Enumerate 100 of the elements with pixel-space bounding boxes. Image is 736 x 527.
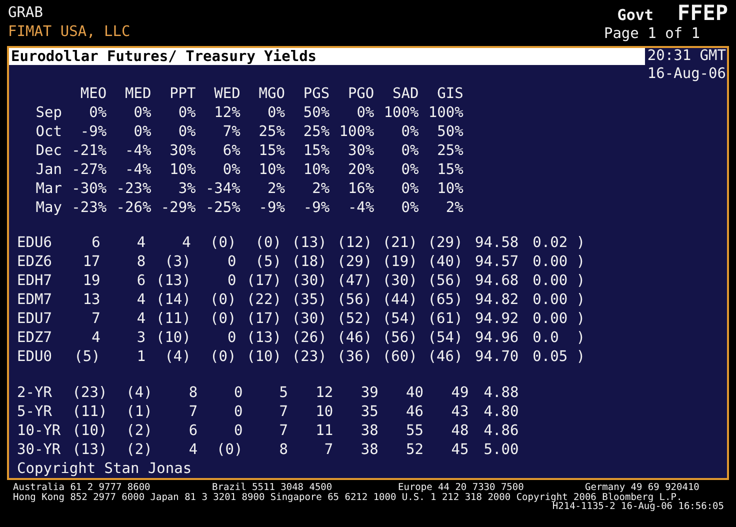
office-phone: Europe 44 20 7330 7500 (398, 483, 524, 492)
table-cell-text: (30) (381, 273, 418, 289)
table-cell-text: 4.86 (482, 422, 519, 438)
table-cell-text: 94.57 (474, 254, 519, 270)
table-cell-text: -29% (160, 200, 196, 216)
table-cell-text: 13 (82, 292, 100, 308)
date-label: 16-Aug-06 (647, 65, 726, 84)
table-cell-text: (13) (246, 330, 282, 346)
table-cell-text: (35) (290, 292, 327, 308)
table-cell-text: 19 (82, 273, 100, 289)
table-cell-text: 94.68 (474, 273, 519, 289)
table-cell-text: 11 (314, 422, 334, 438)
table-cell-text: 0.00 ) (532, 254, 586, 270)
table-cell-text: (36) (336, 349, 372, 365)
table-cell-text: (0) (216, 442, 243, 458)
office-phone: Australia 61 2 9777 8600 (13, 483, 152, 492)
table-cell-text: (17) (246, 273, 282, 289)
table-cell-text: (22) (246, 292, 282, 308)
table-cell-text: 50% (302, 104, 330, 120)
table-cell-text: 0 (233, 404, 243, 420)
table-cell-text: 0 (233, 384, 243, 400)
table-cell-text: 10% (436, 180, 464, 196)
table-cell-text: 45 (450, 442, 469, 458)
contract-label: EDM7 (17, 292, 53, 308)
table-cell-text: -30% (70, 180, 107, 196)
table-cell-text: 38 (360, 442, 378, 458)
table-cell-text: 12% (213, 104, 240, 120)
table-cell-text: 0% (132, 104, 152, 120)
table-cell-text: -27% (70, 162, 107, 178)
table-cell-text: 0% (177, 124, 196, 140)
firm-name: FIMAT USA, LLC (8, 23, 130, 42)
table-cell-text: 5 (278, 384, 288, 400)
table-cell-text: 0 (226, 254, 236, 270)
table-cell-text: (14) (154, 292, 191, 308)
table-cell-text: 30% (346, 142, 374, 158)
table-cell-text: (5) (73, 349, 100, 365)
table-cell-text: (29) (336, 254, 372, 270)
table-cell-text: 2% (266, 180, 285, 196)
table-cell-text: 12 (314, 384, 334, 400)
table-cell-text: 52 (405, 442, 424, 458)
table-cell-text: (11) (154, 311, 191, 327)
table-cell-text: -9% (79, 124, 107, 140)
table-cell-text: 35 (360, 404, 378, 420)
table-cell-text: 10% (168, 162, 196, 178)
table-cell-text: (12) (336, 235, 372, 251)
table-cell-text: 0% (400, 142, 419, 158)
table-cell-text: 10% (258, 162, 285, 178)
table-cell-text: (56) (381, 330, 418, 346)
table-cell-text: 7 (278, 404, 288, 420)
table-cell-text: 0% (356, 104, 374, 120)
table-cell-text: (13) (71, 442, 108, 458)
table-cell-text: -26% (115, 200, 152, 216)
table-cell-text: 15% (436, 162, 464, 178)
table-cell-text: 8 (278, 442, 288, 458)
table-cell-text: (23) (71, 384, 108, 400)
month-label: Dec (35, 142, 62, 158)
column-header: PGO (346, 86, 374, 102)
table-cell-text: 0.00 ) (532, 292, 586, 308)
table-cell-text: 94.96 (474, 330, 519, 346)
table-cell-text: (13) (154, 273, 191, 289)
table-cell-text: 0% (266, 104, 285, 120)
page-indicator: Page 1 of 1 (604, 25, 700, 44)
office-phones-line: Hong Kong 852 2977 6000 Japan 81 3 3201 8900 Singapore 65 6212 1000 U.S. 1 212 318 2000 Copyright 2006 Bloomberg L.P. (13, 492, 682, 502)
table-cell-text: 3% (177, 180, 196, 196)
table-cell-text: 0% (400, 162, 419, 178)
tenor-label: 5-YR (17, 404, 53, 420)
table-cell-text: (54) (426, 330, 463, 346)
table-cell-text: 0.02 ) (532, 235, 586, 251)
table-cell-text: 0 (233, 422, 243, 438)
table-cell-text: 94.58 (474, 235, 519, 251)
screen-code: FFEP (677, 4, 728, 23)
tenor-label: 30-YR (17, 442, 62, 458)
table-cell-text: 15% (258, 142, 285, 158)
table-cell-text: (26) (290, 330, 327, 346)
table-cell-text: 0 (226, 273, 236, 289)
table-cell-text: 7 (90, 311, 100, 327)
table-cell-text: 100% (338, 124, 374, 140)
table-cell-text: 39 (360, 384, 378, 400)
column-header: MED (124, 86, 152, 102)
month-label: Mar (35, 180, 62, 196)
column-header: GIS (436, 86, 464, 102)
table-cell-text: (13) (290, 235, 327, 251)
table-cell-text: (29) (426, 235, 463, 251)
table-cell-text: (30) (290, 273, 327, 289)
table-cell-text: (52) (336, 311, 372, 327)
table-cell-text: 4.80 (482, 404, 519, 420)
copyright-text: Copyright Stan Jonas (17, 460, 193, 476)
contract-label: EDU7 (17, 311, 53, 327)
table-cell-text: (5) (254, 254, 282, 270)
table-cell-text: (0) (254, 235, 282, 251)
table-cell-text: (23) (290, 349, 327, 365)
time-label: 20:31 GMT (645, 48, 727, 65)
table-cell-text: (56) (336, 292, 372, 308)
table-cell-text: 4 (181, 235, 191, 251)
table-cell-text: -23% (70, 200, 107, 216)
month-label: Jan (35, 162, 62, 178)
contract-label: EDH7 (17, 273, 53, 289)
contract-label: EDU0 (17, 349, 53, 365)
table-cell-text: 8 (136, 254, 146, 270)
table-cell-text: (2) (125, 442, 152, 458)
